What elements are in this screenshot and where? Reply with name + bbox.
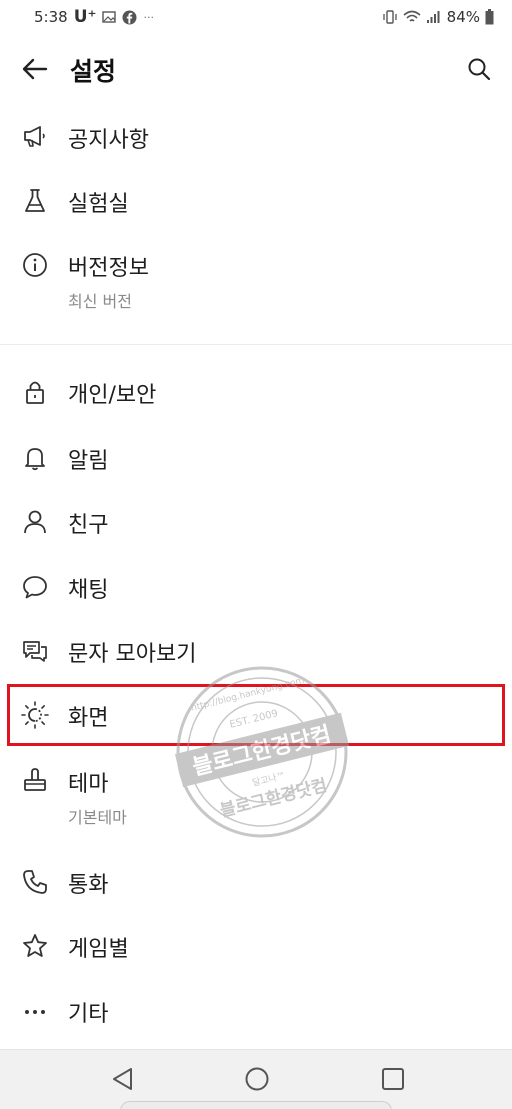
menu-item-call[interactable]: 통화	[0, 850, 512, 914]
chat-bubble-icon	[20, 572, 50, 602]
status-carrier: U⁺	[73, 7, 97, 27]
messages-icon	[20, 636, 50, 666]
menu-item-friends[interactable]: 친구	[0, 490, 512, 554]
signal-icon	[426, 10, 442, 24]
section-divider	[0, 344, 512, 345]
star-icon	[20, 931, 50, 961]
menu-label-display: 화면	[68, 706, 109, 731]
flask-icon	[20, 186, 50, 216]
menu-sub-theme: 기본테마	[68, 808, 127, 827]
facebook-notification-icon	[122, 10, 137, 25]
menu-item-etc[interactable]: 기타	[0, 979, 512, 1043]
nav-back-icon	[113, 1068, 132, 1090]
back-arrow-icon	[22, 58, 48, 80]
menu-label-lab: 실험실	[68, 192, 129, 217]
more-dots-icon	[20, 996, 50, 1026]
nav-home-icon	[245, 1067, 269, 1091]
menu-label-friends: 친구	[68, 513, 109, 538]
back-button[interactable]	[20, 54, 50, 84]
search-button[interactable]	[464, 54, 494, 84]
battery-icon	[485, 9, 494, 25]
menu-item-privacy[interactable]: 개인/보안	[0, 360, 512, 424]
system-nav-bar	[0, 1049, 512, 1109]
status-right: 84%	[382, 8, 494, 26]
status-time: 5:38	[34, 8, 68, 26]
page-title: 설정	[70, 57, 117, 86]
vibrate-icon	[382, 9, 398, 25]
megaphone-icon	[20, 121, 50, 151]
menu-item-chat[interactable]: 채팅	[0, 555, 512, 619]
info-icon	[20, 250, 50, 280]
menu-item-display[interactable]: 화면	[0, 684, 512, 746]
menu-item-lab[interactable]: 실험실	[0, 168, 512, 234]
battery-percent: 84%	[446, 8, 480, 26]
person-icon	[20, 507, 50, 537]
menu-label-sms: 문자 모아보기	[68, 642, 197, 667]
nav-gesture-handle[interactable]	[120, 1101, 392, 1109]
status-left: 5:38 U⁺ ···	[34, 7, 154, 27]
menu-label-alarm: 알림	[68, 449, 109, 474]
nav-recents-button[interactable]	[378, 1064, 408, 1094]
menu-label-chat: 채팅	[68, 578, 109, 603]
menu-sub-version: 최신 버전	[68, 292, 132, 311]
gallery-notification-icon	[102, 10, 117, 24]
menu-label-privacy: 개인/보안	[68, 383, 157, 408]
menu-label-etc: 기타	[68, 1002, 109, 1027]
menu-item-sms[interactable]: 문자 모아보기	[0, 619, 512, 683]
menu-item-game[interactable]: 게임별	[0, 914, 512, 978]
bell-icon	[20, 443, 50, 473]
brightness-icon	[20, 700, 50, 730]
status-more: ···	[143, 10, 154, 24]
menu-label-version: 버전정보	[68, 256, 149, 281]
phone-icon	[20, 867, 50, 897]
search-icon	[468, 58, 491, 81]
brush-icon	[20, 765, 50, 795]
status-bar: 5:38 U⁺ ··· 84%	[0, 0, 512, 34]
app-header: 설정	[0, 34, 512, 104]
lock-icon	[20, 377, 50, 407]
menu-label-game: 게임별	[68, 937, 129, 962]
nav-recents-icon	[382, 1068, 404, 1090]
menu-item-notice[interactable]: 공지사항	[0, 104, 512, 168]
menu-item-theme[interactable]: 테마 기본테마	[0, 750, 512, 850]
menu-label-theme: 테마	[68, 772, 109, 797]
nav-back-button[interactable]	[108, 1064, 138, 1094]
menu-item-version[interactable]: 버전정보 최신 버전	[0, 234, 512, 334]
wifi-icon	[403, 10, 421, 24]
menu-label-notice: 공지사항	[68, 128, 149, 153]
menu-item-alarm[interactable]: 알림	[0, 426, 512, 490]
menu-label-call: 통화	[68, 873, 109, 898]
nav-home-button[interactable]	[242, 1064, 272, 1094]
